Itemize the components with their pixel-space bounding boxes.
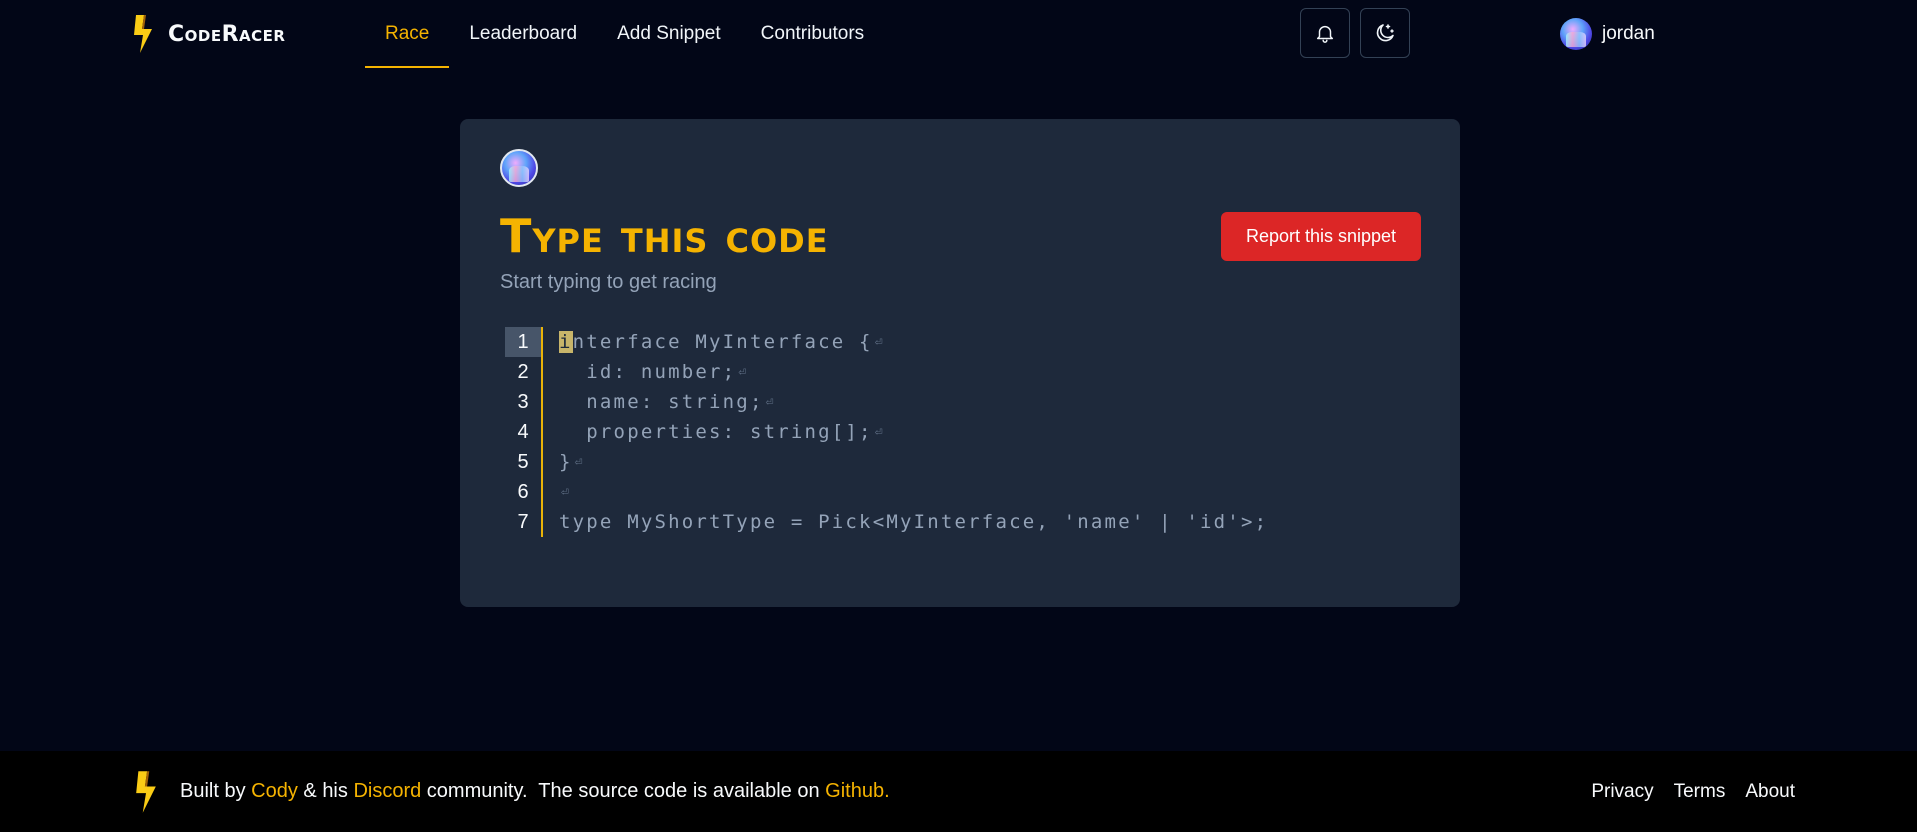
user-menu[interactable]: jordan xyxy=(1560,17,1655,51)
newline-icon: ⏎ xyxy=(561,484,569,500)
page-title: Type this code xyxy=(500,209,829,263)
footer-text-built-by: Built by xyxy=(180,780,252,802)
user-name: jordan xyxy=(1602,23,1655,44)
line-number: 7 xyxy=(517,510,529,533)
cody-link[interactable]: Cody xyxy=(251,780,298,803)
main-nav: Race Leaderboard Add Snippet Contributor… xyxy=(365,0,884,68)
footer-links: Privacy Terms About xyxy=(1591,751,1795,832)
line-number: 1 xyxy=(505,327,541,357)
line-number: 3 xyxy=(517,390,529,413)
code-text: properties: string[]; xyxy=(559,421,873,443)
code-line: ⏎ xyxy=(559,477,1399,507)
moon-stars-icon xyxy=(1376,24,1394,42)
nav-contributors[interactable]: Contributors xyxy=(741,0,885,68)
code-text: id: number; xyxy=(559,361,737,383)
code-line: i nterface MyInterface {⏎ xyxy=(559,327,1399,357)
code-text: nterface MyInterface { xyxy=(572,331,873,353)
terms-link[interactable]: Terms xyxy=(1674,781,1726,803)
report-snippet-button[interactable]: Report this snippet xyxy=(1221,212,1421,261)
lightning-bolt-icon xyxy=(136,771,156,813)
code-line: } ⏎ xyxy=(559,447,1399,477)
bell-icon xyxy=(1316,25,1334,43)
logo-text: CodeRacer xyxy=(168,21,286,47)
code-line: name: string; ⏎ xyxy=(559,387,1399,417)
avatar xyxy=(1560,18,1592,50)
discord-link[interactable]: Discord xyxy=(353,780,421,803)
code-lines: i nterface MyInterface {⏎ id: number; ⏎ na… xyxy=(559,327,1399,537)
code-snippet[interactable]: 1 2 3 4 5 6 7 i nterface MyInterface {⏎ i… xyxy=(505,327,1415,539)
newline-icon: ⏎ xyxy=(574,454,583,470)
line-number: 2 xyxy=(517,360,529,383)
nav-leaderboard[interactable]: Leaderboard xyxy=(449,0,597,68)
code-line: type MyShortType = Pick<MyInterface, 'na… xyxy=(559,507,1399,537)
line-number: 6 xyxy=(517,480,529,503)
theme-toggle-button[interactable] xyxy=(1360,8,1410,58)
footer: Built by Cody & his Discord community. T… xyxy=(0,751,1917,832)
code-line: id: number; ⏎ xyxy=(559,357,1399,387)
line-number-gutter: 1 2 3 4 5 6 7 xyxy=(505,327,543,537)
nav-add-snippet[interactable]: Add Snippet xyxy=(597,0,741,68)
footer-text-and-his: & his xyxy=(297,780,354,802)
footer-credits: Built by Cody & his Discord community. T… xyxy=(180,751,890,832)
race-card: Type this code Start typing to get racin… xyxy=(460,119,1460,607)
nav-race[interactable]: Race xyxy=(365,0,450,68)
snippet-author-avatar xyxy=(500,149,538,187)
code-text: } xyxy=(559,451,573,473)
code-text: name: string; xyxy=(559,391,764,413)
newline-icon: ⏎ xyxy=(738,364,747,380)
footer-text-community: community. The source code is available … xyxy=(421,780,826,802)
newline-icon: ⏎ xyxy=(765,394,774,410)
code-line: properties: string[]; ⏎ xyxy=(559,417,1399,447)
top-navbar: CodeRacer Race Leaderboard Add Snippet C… xyxy=(0,0,1917,68)
page-subtitle: Start typing to get racing xyxy=(500,271,717,293)
code-text: type MyShortType = Pick<MyInterface, 'na… xyxy=(559,511,1269,533)
line-number: 4 xyxy=(517,420,529,443)
github-link[interactable]: Github. xyxy=(825,780,889,803)
notifications-button[interactable] xyxy=(1300,8,1350,58)
line-number: 5 xyxy=(517,450,529,473)
newline-icon: ⏎ xyxy=(874,424,883,440)
about-link[interactable]: About xyxy=(1745,781,1795,803)
typing-cursor: i xyxy=(559,331,573,353)
newline-icon: ⏎ xyxy=(874,334,883,350)
logo-link[interactable]: CodeRacer xyxy=(132,14,285,54)
lightning-bolt-icon xyxy=(134,15,152,53)
privacy-link[interactable]: Privacy xyxy=(1591,781,1653,803)
